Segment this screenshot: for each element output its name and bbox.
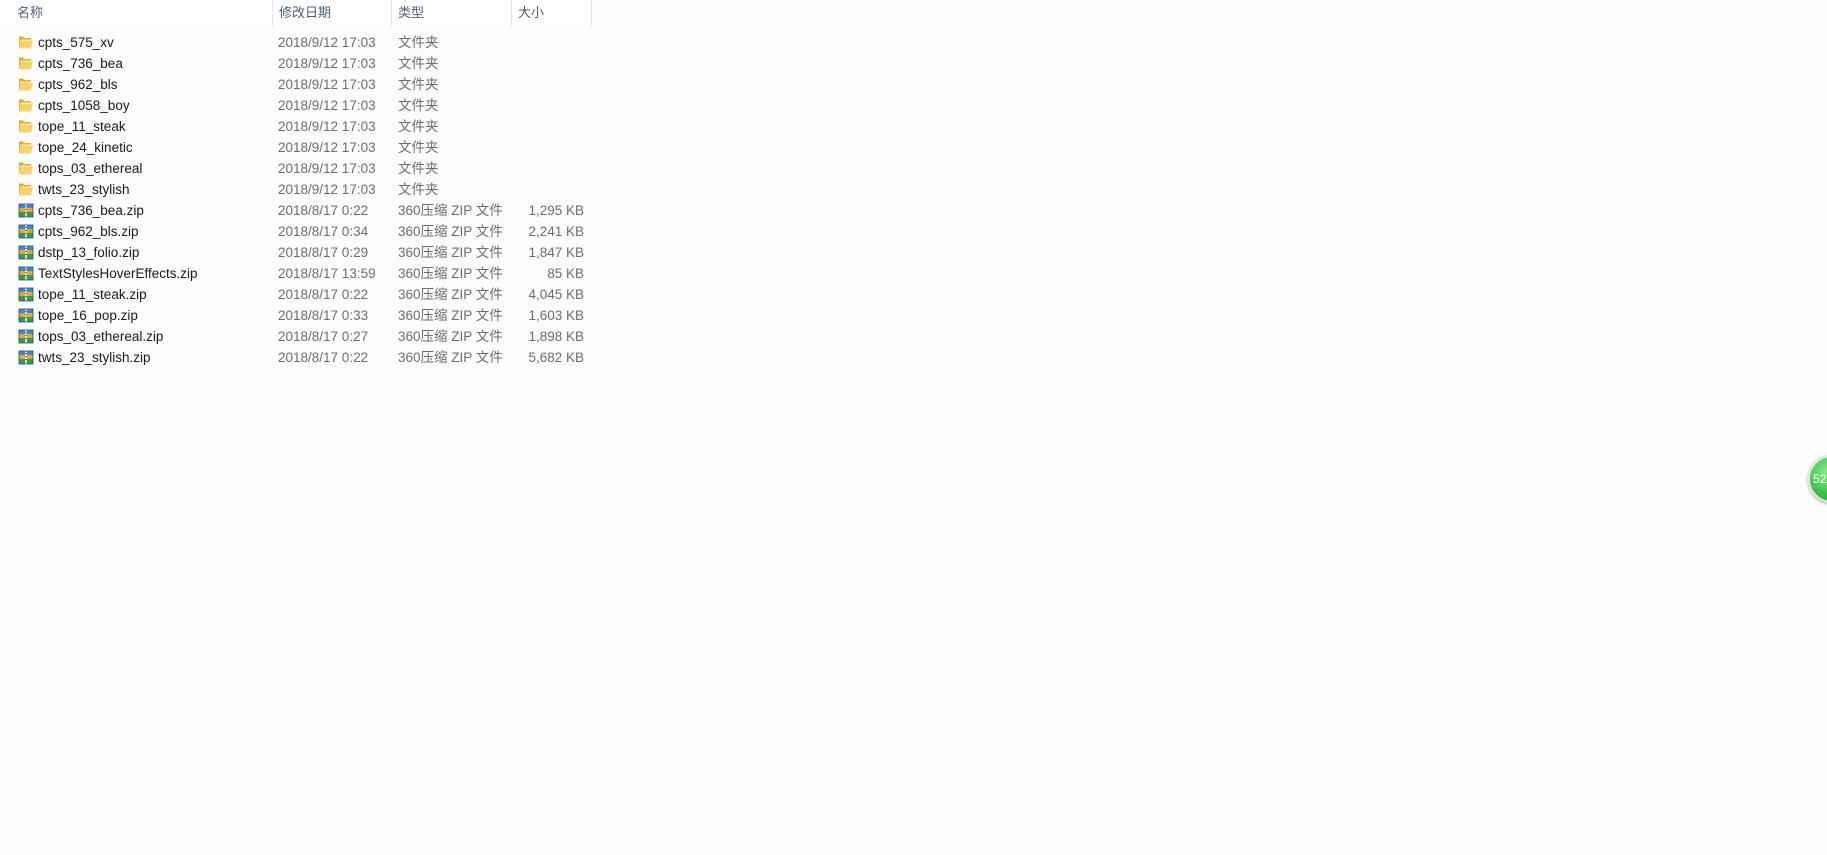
file-name: tope_11_steak (38, 119, 126, 134)
file-list: cpts_575_xv 2018/9/12 17:03 文件夹 cpts_736_be… (0, 32, 594, 368)
file-name: dstp_13_folio.zip (38, 245, 140, 260)
folder-icon (18, 56, 34, 71)
file-name: twts_23_stylish (38, 182, 130, 197)
file-type: 文件夹 (398, 161, 439, 176)
zip-archive-icon (18, 350, 34, 365)
file-date: 2018/8/17 0:22 (278, 350, 369, 365)
file-date: 2018/9/12 17:03 (278, 140, 376, 155)
file-type: 360压缩 ZIP 文件 (398, 287, 503, 302)
file-size: 2,241 KB (528, 224, 584, 239)
file-name: cpts_962_bls (38, 77, 118, 92)
file-date: 2018/8/17 0:22 (278, 203, 369, 218)
file-type: 360压缩 ZIP 文件 (398, 308, 503, 323)
file-date: 2018/8/17 0:34 (278, 224, 369, 239)
zip-archive-icon (18, 245, 34, 260)
file-row[interactable]: cpts_736_bea.zip 2018/8/17 0:22 360压缩 ZIP … (0, 200, 594, 221)
file-date: 2018/8/17 0:29 (278, 245, 369, 260)
file-date: 2018/9/12 17:03 (278, 35, 376, 50)
file-date: 2018/8/17 0:22 (278, 287, 369, 302)
file-name: tope_24_kinetic (38, 140, 133, 155)
file-row[interactable]: cpts_575_xv 2018/9/12 17:03 文件夹 (0, 32, 594, 53)
file-name: tops_03_ethereal.zip (38, 329, 164, 344)
file-name: cpts_962_bls.zip (38, 224, 139, 239)
file-size: 5,682 KB (528, 350, 584, 365)
file-row[interactable]: twts_23_stylish.zip 2018/8/17 0:22 360压缩 Z… (0, 347, 594, 368)
file-type: 360压缩 ZIP 文件 (398, 350, 503, 365)
folder-icon (18, 35, 34, 50)
folder-icon (18, 161, 34, 176)
file-type: 文件夹 (398, 182, 439, 197)
file-name: cpts_736_bea.zip (38, 203, 144, 218)
file-size: 1,295 KB (528, 203, 584, 218)
file-type: 文件夹 (398, 35, 439, 50)
file-date: 2018/8/17 0:27 (278, 329, 369, 344)
floating-badge[interactable]: 52 (1808, 455, 1827, 503)
column-header-bar: ⌃ 名称 修改日期 类型 大小 (0, 0, 594, 26)
folder-icon (18, 119, 34, 134)
file-date: 2018/9/12 17:03 (278, 161, 376, 176)
file-row[interactable]: cpts_1058_boy 2018/9/12 17:03 文件夹 (0, 95, 594, 116)
zip-archive-icon (18, 266, 34, 281)
file-date: 2018/9/12 17:03 (278, 56, 376, 71)
file-name: cpts_736_bea (38, 56, 123, 71)
file-size: 1,847 KB (528, 245, 584, 260)
file-name: TextStylesHoverEffects.zip (38, 266, 198, 281)
file-row[interactable]: cpts_962_bls 2018/9/12 17:03 文件夹 (0, 74, 594, 95)
badge-text: 52 (1813, 472, 1827, 486)
file-size: 85 KB (547, 266, 584, 281)
file-type: 360压缩 ZIP 文件 (398, 224, 503, 239)
file-date: 2018/8/17 13:59 (278, 266, 376, 281)
column-header-name[interactable]: 名称 (11, 0, 273, 26)
file-name: tops_03_ethereal (38, 161, 143, 176)
file-row[interactable]: tope_16_pop.zip 2018/8/17 0:33 360压缩 ZIP 文… (0, 305, 594, 326)
column-header-size[interactable]: 大小 (512, 0, 592, 26)
file-name: tope_16_pop.zip (38, 308, 138, 323)
file-type: 文件夹 (398, 77, 439, 92)
file-name: tope_11_steak.zip (38, 287, 147, 302)
file-type: 文件夹 (398, 98, 439, 113)
folder-icon (18, 182, 34, 197)
file-type: 文件夹 (398, 56, 439, 71)
file-date: 2018/9/12 17:03 (278, 182, 376, 197)
file-name: cpts_575_xv (38, 35, 114, 50)
file-row[interactable]: twts_23_stylish 2018/9/12 17:03 文件夹 (0, 179, 594, 200)
file-type: 360压缩 ZIP 文件 (398, 203, 503, 218)
folder-icon (18, 98, 34, 113)
file-type: 360压缩 ZIP 文件 (398, 266, 503, 281)
file-row[interactable]: cpts_962_bls.zip 2018/8/17 0:34 360压缩 ZIP … (0, 221, 594, 242)
file-row[interactable]: tops_03_ethereal.zip 2018/8/17 0:27 360压缩 … (0, 326, 594, 347)
file-name: cpts_1058_boy (38, 98, 130, 113)
column-header-type[interactable]: 类型 (392, 0, 512, 26)
file-size: 1,898 KB (528, 329, 584, 344)
zip-archive-icon (18, 308, 34, 323)
file-row[interactable]: tops_03_ethereal 2018/9/12 17:03 文件夹 (0, 158, 594, 179)
file-size: 1,603 KB (528, 308, 584, 323)
folder-icon (18, 77, 34, 92)
file-row[interactable]: tope_11_steak 2018/9/12 17:03 文件夹 (0, 116, 594, 137)
file-date: 2018/9/12 17:03 (278, 119, 376, 134)
file-date: 2018/8/17 0:33 (278, 308, 369, 323)
file-row[interactable]: TextStylesHoverEffects.zip 2018/8/17 13:5… (0, 263, 594, 284)
zip-archive-icon (18, 287, 34, 302)
file-type: 360压缩 ZIP 文件 (398, 245, 503, 260)
column-header-date[interactable]: 修改日期 (273, 0, 392, 26)
file-row[interactable]: tope_11_steak.zip 2018/8/17 0:22 360压缩 ZIP… (0, 284, 594, 305)
file-date: 2018/9/12 17:03 (278, 98, 376, 113)
file-type: 360压缩 ZIP 文件 (398, 329, 503, 344)
folder-icon (18, 140, 34, 155)
file-date: 2018/9/12 17:03 (278, 77, 376, 92)
file-explorer: ⌃ 名称 修改日期 类型 大小 cpts_575_xv 2018/9/12 17:… (0, 0, 1827, 855)
file-size: 4,045 KB (528, 287, 584, 302)
zip-archive-icon (18, 203, 34, 218)
zip-archive-icon (18, 329, 34, 344)
file-type: 文件夹 (398, 119, 439, 134)
file-row[interactable]: tope_24_kinetic 2018/9/12 17:03 文件夹 (0, 137, 594, 158)
file-name: twts_23_stylish.zip (38, 350, 151, 365)
file-row[interactable]: cpts_736_bea 2018/9/12 17:03 文件夹 (0, 53, 594, 74)
file-type: 文件夹 (398, 140, 439, 155)
file-row[interactable]: dstp_13_folio.zip 2018/8/17 0:29 360压缩 ZIP… (0, 242, 594, 263)
zip-archive-icon (18, 224, 34, 239)
